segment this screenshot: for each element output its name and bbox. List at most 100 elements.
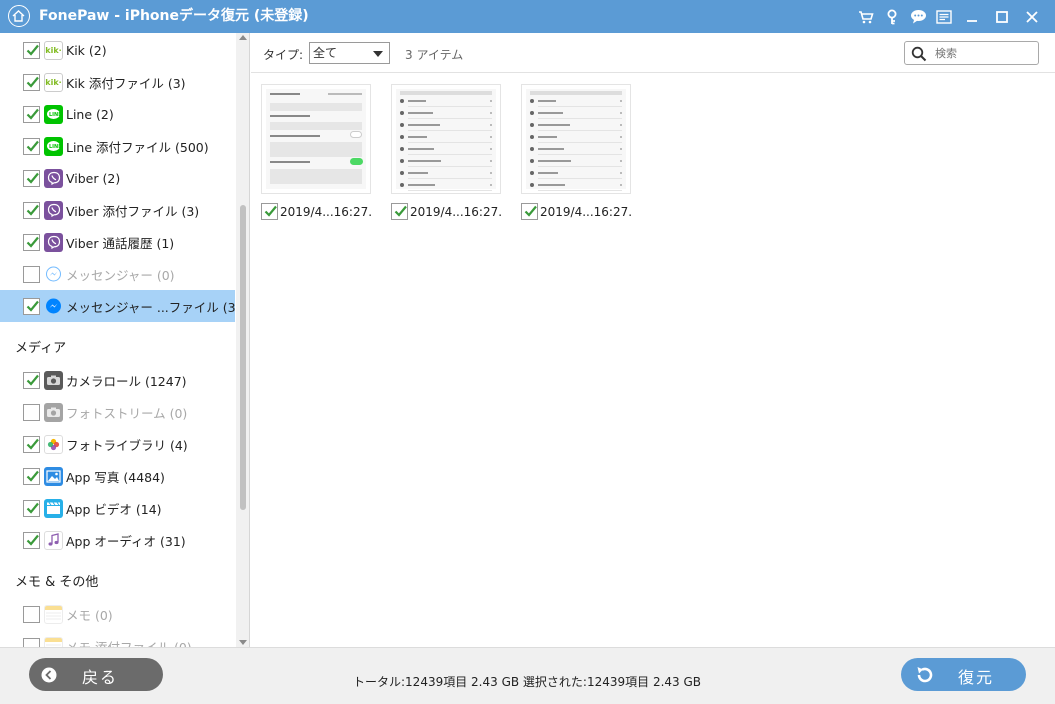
tree-item-label: メッセンジャー (0) (66, 267, 175, 283)
tree-item-label: Line 添付ファイル (500) (66, 139, 209, 155)
checkbox[interactable] (23, 233, 40, 251)
tree-item-messenger[interactable]: メッセンジャー (0) (0, 258, 235, 290)
tree-item-notes[interactable]: メモ (0) (0, 598, 235, 630)
thumbnail-card[interactable] (261, 84, 371, 194)
tree-item-label: Viber 通話履歴 (1) (66, 235, 175, 251)
checkbox[interactable] (23, 265, 40, 283)
tree-item-music[interactable]: App オーディオ (31) (0, 524, 235, 556)
notes-icon (44, 604, 63, 624)
back-button-label: 戻る (82, 668, 119, 687)
type-label: タイプ: (263, 48, 304, 62)
tree-item-label: Viber 添付ファイル (3) (66, 203, 200, 219)
scroll-down-icon[interactable] (239, 640, 247, 645)
thumbnail-label: 2019/4...16:27. (410, 205, 503, 219)
screenshot-preview (526, 89, 626, 191)
viber-icon (44, 200, 63, 220)
checkbox[interactable] (23, 371, 40, 389)
camera-icon (44, 402, 63, 422)
checkbox[interactable] (23, 201, 40, 219)
maximize-icon[interactable] (987, 0, 1017, 33)
restore-button[interactable]: 復元 (901, 658, 1026, 691)
scroll-up-icon[interactable] (239, 35, 247, 40)
type-dropdown[interactable]: 全て (309, 42, 390, 64)
sidebar-scrollbar[interactable] (236, 33, 249, 647)
category-sidebar: kik· Kik (2) kik· Kik 添付ファイル (3) LINE Line (2… (0, 33, 250, 647)
tree-item-notes[interactable]: メモ 添付ファイル (0) (0, 630, 235, 647)
svg-text:LINE: LINE (49, 144, 61, 150)
type-dropdown-value: 全て (313, 46, 338, 60)
bottom-bar: 戻る トータル:12439項目 2.43 GB 選択された:12439項目 2.… (0, 647, 1055, 704)
checkbox[interactable] (23, 297, 40, 315)
tree-item-viber[interactable]: Viber 通話履歴 (1) (0, 226, 235, 258)
tree-item-image[interactable]: App 写真 (4484) (0, 460, 235, 492)
checkbox[interactable] (23, 637, 40, 647)
messenger-icon (44, 265, 63, 284)
restore-button-label: 復元 (958, 668, 995, 687)
chevron-down-icon (373, 51, 383, 57)
title-bar: FonePaw - iPhoneデータ復元 (未登録) (0, 0, 1055, 33)
screenshot-preview (396, 89, 496, 191)
tree-item-label: メモ (0) (66, 607, 113, 623)
tree-item-label: Line (2) (66, 106, 114, 122)
tree-item-label: Kik 添付ファイル (3) (66, 75, 186, 91)
thumbnail-label: 2019/4...16:27. (540, 205, 633, 219)
checkbox[interactable] (23, 73, 40, 91)
thumbnail-card[interactable] (391, 84, 501, 194)
tree-item-camera[interactable]: フォトストリーム (0) (0, 396, 235, 428)
checkbox[interactable] (23, 531, 40, 549)
tree-item-kik[interactable]: kik· Kik 添付ファイル (3) (0, 66, 235, 98)
scrollbar-thumb[interactable] (240, 205, 246, 510)
checkbox[interactable] (23, 403, 40, 421)
checkbox[interactable] (23, 605, 40, 623)
key-icon[interactable] (879, 0, 905, 33)
tree-item-label: Kik (2) (66, 42, 107, 58)
double-chevron-left-icon (41, 667, 57, 683)
tree-item-label: App ビデオ (14) (66, 501, 162, 517)
close-icon[interactable] (1017, 0, 1047, 33)
thumbnail-checkbox[interactable] (521, 203, 538, 220)
checkbox[interactable] (23, 467, 40, 485)
tree-item-viber[interactable]: Viber (2) (0, 162, 235, 194)
tree-item-label: Viber (2) (66, 170, 121, 186)
camera-icon (44, 370, 63, 390)
tree-item-camera[interactable]: カメラロール (1247) (0, 364, 235, 396)
chat-icon[interactable] (905, 0, 931, 33)
menu-icon[interactable] (931, 0, 957, 33)
viber-icon (44, 168, 63, 188)
search-box[interactable] (904, 41, 1039, 65)
checkbox[interactable] (23, 137, 40, 155)
thumbnail-checkbox[interactable] (391, 203, 408, 220)
thumbnail-card[interactable] (521, 84, 631, 194)
screenshot-preview (266, 89, 366, 189)
tree-item-kik[interactable]: kik· Kik (2) (0, 34, 235, 66)
tree-item-label: App オーディオ (31) (66, 533, 186, 549)
checkbox[interactable] (23, 41, 40, 59)
search-icon (911, 46, 927, 62)
tree-item-line[interactable]: LINE Line (2) (0, 98, 235, 130)
search-input[interactable] (935, 45, 1033, 61)
back-button[interactable]: 戻る (29, 658, 163, 691)
checkbox[interactable] (23, 435, 40, 453)
window-title: FonePaw - iPhoneデータ復元 (未登録) (39, 8, 309, 24)
cart-icon[interactable] (853, 0, 879, 33)
tree-item-label: メッセンジャー ...ファイル (3) (66, 299, 241, 315)
video-icon (44, 498, 63, 518)
tree-item-line[interactable]: LINE Line 添付ファイル (500) (0, 130, 235, 162)
image-icon (44, 466, 63, 486)
home-icon[interactable] (8, 5, 30, 27)
kik-icon: kik· (44, 40, 63, 60)
restore-icon (917, 667, 933, 683)
minimize-icon[interactable] (957, 0, 987, 33)
tree-item-viber[interactable]: Viber 添付ファイル (3) (0, 194, 235, 226)
tree-item-video[interactable]: App ビデオ (14) (0, 492, 235, 524)
thumbnail-checkbox[interactable] (261, 203, 278, 220)
checkbox[interactable] (23, 169, 40, 187)
tree-item-messenger[interactable]: メッセンジャー ...ファイル (3) (0, 290, 240, 322)
viber-icon (44, 232, 63, 252)
thumbnail-label: 2019/4...16:27. (280, 205, 373, 219)
content-toolbar: タイプ: 全て 3 アイテム (251, 33, 1055, 73)
line-icon: LINE (44, 104, 63, 124)
checkbox[interactable] (23, 105, 40, 123)
tree-item-photos[interactable]: フォトライブラリ (4) (0, 428, 235, 460)
checkbox[interactable] (23, 499, 40, 517)
